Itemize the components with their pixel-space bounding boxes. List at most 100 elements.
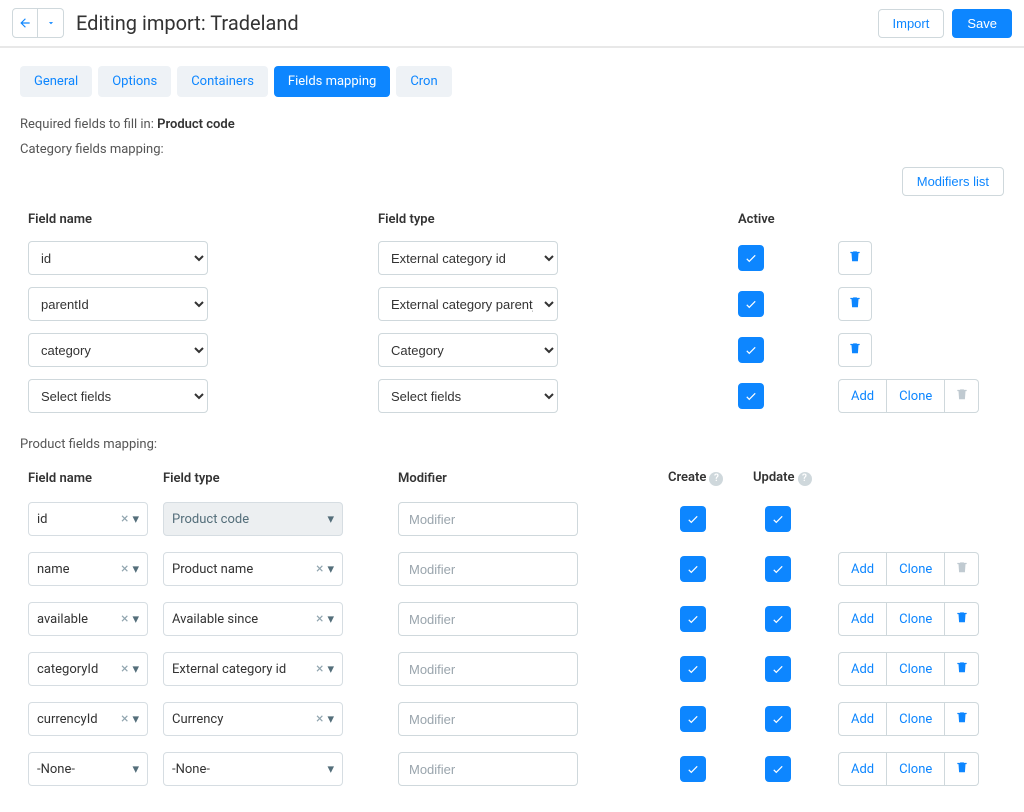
clone-button[interactable]: Clone — [887, 652, 945, 686]
create-checkbox[interactable] — [680, 606, 706, 632]
update-checkbox[interactable] — [765, 706, 791, 732]
clear-icon[interactable]: × — [121, 611, 128, 627]
field-name-select[interactable]: category — [28, 333, 208, 367]
product-row: categoryId×▾External category id×▾AddClo… — [20, 644, 1004, 694]
active-checkbox[interactable] — [738, 245, 764, 271]
add-button[interactable]: Add — [838, 552, 887, 586]
update-checkbox[interactable] — [765, 556, 791, 582]
field-name-select[interactable]: id — [28, 241, 208, 275]
caret-down-icon: ▾ — [132, 512, 139, 527]
clear-icon[interactable]: × — [121, 511, 128, 527]
create-checkbox[interactable] — [680, 756, 706, 782]
clone-button[interactable]: Clone — [887, 552, 945, 586]
caret-down-icon: ▾ — [327, 662, 334, 677]
create-checkbox[interactable] — [680, 506, 706, 532]
update-checkbox[interactable] — [765, 606, 791, 632]
back-button[interactable] — [12, 8, 38, 38]
field-type-select[interactable]: External category parent_id — [378, 287, 558, 321]
field-name-combo[interactable]: currencyId×▾ — [28, 702, 148, 736]
field-name-combo[interactable]: name×▾ — [28, 552, 148, 586]
field-name-combo[interactable]: id×▾ — [28, 502, 148, 536]
delete-button[interactable] — [945, 602, 979, 636]
add-button[interactable]: Add — [838, 652, 887, 686]
tab-containers[interactable]: Containers — [177, 66, 268, 97]
tab-fields-mapping[interactable]: Fields mapping — [274, 66, 390, 97]
delete-button[interactable] — [945, 652, 979, 686]
delete-button[interactable] — [838, 287, 872, 321]
category-row: Select fields Select fields AddClone — [20, 373, 1004, 419]
field-name-combo[interactable]: -None-▾ — [28, 752, 148, 786]
field-type-combo[interactable]: -None-▾ — [163, 752, 343, 786]
field-type-combo[interactable]: External category id×▾ — [163, 652, 343, 686]
add-button[interactable]: Add — [838, 379, 887, 413]
clone-button[interactable]: Clone — [887, 379, 945, 413]
caret-down-icon: ▾ — [132, 562, 139, 577]
field-type-select[interactable]: Category — [378, 333, 558, 367]
field-type-combo[interactable]: Product code▾ — [163, 502, 343, 536]
back-dropdown[interactable] — [38, 8, 64, 38]
modifiers-list-button[interactable]: Modifiers list — [902, 167, 1004, 196]
field-name-combo[interactable]: categoryId×▾ — [28, 652, 148, 686]
tabs: General Options Containers Fields mappin… — [20, 66, 1004, 97]
required-fields-text: Required fields to fill in: Product code — [20, 117, 1004, 132]
trash-icon — [955, 610, 969, 628]
create-checkbox[interactable] — [680, 706, 706, 732]
tab-options[interactable]: Options — [98, 66, 171, 97]
category-section-label: Category fields mapping: — [20, 142, 1004, 157]
product-section-label: Product fields mapping: — [20, 437, 1004, 452]
delete-button[interactable] — [945, 752, 979, 786]
page-title: Editing import: Tradeland — [76, 11, 878, 35]
field-name-select[interactable]: parentId — [28, 287, 208, 321]
delete-button[interactable] — [945, 702, 979, 736]
field-type-select[interactable]: External category id — [378, 241, 558, 275]
clone-button[interactable]: Clone — [887, 602, 945, 636]
modifier-input[interactable] — [398, 552, 578, 586]
trash-icon — [848, 249, 862, 267]
delete-button[interactable] — [838, 241, 872, 275]
create-checkbox[interactable] — [680, 656, 706, 682]
tab-general[interactable]: General — [20, 66, 92, 97]
clear-icon[interactable]: × — [316, 561, 323, 577]
import-button[interactable]: Import — [878, 9, 945, 38]
update-checkbox[interactable] — [765, 506, 791, 532]
add-button[interactable]: Add — [838, 602, 887, 636]
save-button[interactable]: Save — [952, 9, 1012, 38]
update-checkbox[interactable] — [765, 656, 791, 682]
caret-down-icon: ▾ — [132, 712, 139, 727]
tab-cron[interactable]: Cron — [396, 66, 451, 97]
modifier-input[interactable] — [398, 502, 578, 536]
active-checkbox[interactable] — [738, 337, 764, 363]
active-checkbox[interactable] — [738, 383, 764, 409]
clone-button[interactable]: Clone — [887, 752, 945, 786]
delete-button[interactable] — [945, 552, 979, 586]
clear-icon[interactable]: × — [121, 561, 128, 577]
modifier-input[interactable] — [398, 702, 578, 736]
clone-button[interactable]: Clone — [887, 702, 945, 736]
add-button[interactable]: Add — [838, 702, 887, 736]
field-name-combo[interactable]: available×▾ — [28, 602, 148, 636]
product-row: -None-▾ -None-▾ AddClone — [20, 744, 1004, 794]
modifier-input[interactable] — [398, 652, 578, 686]
update-checkbox[interactable] — [765, 756, 791, 782]
caret-down-icon: ▾ — [327, 562, 334, 577]
modifier-input[interactable] — [398, 752, 578, 786]
help-icon: ? — [798, 472, 812, 486]
active-checkbox[interactable] — [738, 291, 764, 317]
clear-icon[interactable]: × — [316, 611, 323, 627]
modifier-input[interactable] — [398, 602, 578, 636]
delete-button[interactable] — [838, 333, 872, 367]
field-name-select[interactable]: Select fields — [28, 379, 208, 413]
field-type-combo[interactable]: Currency×▾ — [163, 702, 343, 736]
clear-icon[interactable]: × — [316, 711, 323, 727]
clear-icon[interactable]: × — [121, 661, 128, 677]
create-checkbox[interactable] — [680, 556, 706, 582]
clear-icon[interactable]: × — [316, 661, 323, 677]
product-table-header: Field name Field type Modifier Create? U… — [20, 462, 1004, 494]
clear-icon[interactable]: × — [121, 711, 128, 727]
product-row: available×▾ Available since×▾ AddClone — [20, 594, 1004, 644]
delete-button[interactable] — [945, 379, 979, 413]
add-button[interactable]: Add — [838, 752, 887, 786]
field-type-select[interactable]: Select fields — [378, 379, 558, 413]
field-type-combo[interactable]: Available since×▾ — [163, 602, 343, 636]
field-type-combo[interactable]: Product name×▾ — [163, 552, 343, 586]
